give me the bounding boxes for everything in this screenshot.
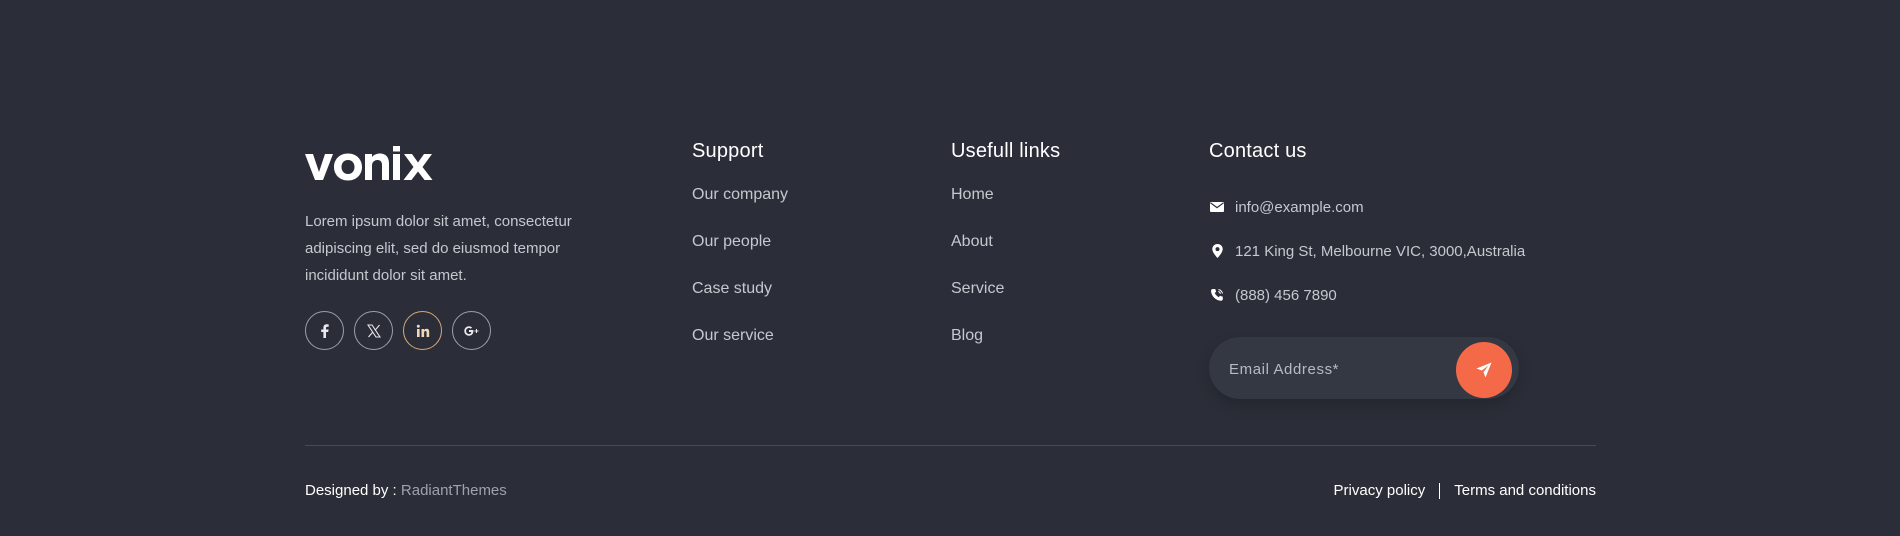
paper-plane-icon: [1476, 362, 1492, 378]
x-twitter-icon: [366, 323, 381, 338]
terms-link[interactable]: Terms and conditions: [1454, 482, 1596, 499]
x-twitter-button[interactable]: [354, 311, 393, 350]
google-plus-button[interactable]: [452, 311, 491, 350]
link-about[interactable]: About: [951, 233, 993, 250]
link-our-people[interactable]: Our people: [692, 233, 771, 250]
google-plus-icon: [463, 325, 478, 336]
contact-phone-text[interactable]: (888) 456 7890: [1235, 287, 1337, 304]
facebook-icon: [321, 323, 329, 338]
linkedin-button[interactable]: [403, 311, 442, 350]
support-title: Support: [692, 140, 764, 162]
legal-links: Privacy policy Terms and conditions: [1334, 482, 1596, 499]
facebook-button[interactable]: [305, 311, 344, 350]
list-item: Service: [951, 279, 1060, 326]
brand-description: Lorem ipsum dolor sit amet, consectetur …: [305, 213, 572, 284]
email-field[interactable]: [1227, 337, 1451, 401]
link-blog[interactable]: Blog: [951, 327, 983, 344]
support-column: Support Our company Our people Case stud…: [692, 140, 788, 373]
contact-address-text: 121 King St, Melbourne VIC, 3000,Austral…: [1235, 242, 1526, 260]
useful-links: Home About Service Blog: [951, 185, 1060, 373]
list-item: Our people: [692, 232, 788, 279]
list-item: Home: [951, 185, 1060, 232]
designer-link[interactable]: RadiantThemes: [401, 482, 507, 499]
linkedin-icon: [416, 324, 429, 337]
contact-address: 121 King St, Melbourne VIC, 3000,Austral…: [1209, 229, 1525, 273]
contact-email-text[interactable]: info@example.com: [1235, 199, 1364, 216]
contact-list: info@example.com 121 King St, Melbourne …: [1209, 185, 1525, 317]
site-footer: vonix Lorem ipsum dolor sit amet, consec…: [0, 0, 1900, 536]
list-item: Blog: [951, 326, 1060, 373]
contact-phone: (888) 456 7890: [1209, 273, 1525, 317]
designed-by: Designed by : RadiantThemes: [305, 482, 507, 499]
newsletter-form: [1209, 337, 1519, 401]
list-item: Our company: [692, 185, 788, 232]
social-links: [305, 311, 625, 350]
list-item: Case study: [692, 279, 788, 326]
envelope-icon: [1209, 199, 1225, 215]
link-our-company[interactable]: Our company: [692, 186, 788, 203]
link-separator: [1439, 482, 1441, 499]
link-home[interactable]: Home: [951, 186, 994, 203]
list-item: About: [951, 232, 1060, 279]
link-case-study[interactable]: Case study: [692, 280, 772, 297]
contact-email: info@example.com: [1209, 185, 1525, 229]
footer-divider: [305, 445, 1596, 446]
support-links: Our company Our people Case study Our se…: [692, 185, 788, 373]
phone-icon: [1209, 287, 1225, 303]
contact-title: Contact us: [1209, 140, 1307, 162]
vonix-logo[interactable]: vonix: [305, 146, 445, 184]
useful-links-title: Usefull links: [951, 140, 1061, 162]
privacy-policy-link[interactable]: Privacy policy: [1334, 482, 1426, 499]
brand-column: vonix Lorem ipsum dolor sit amet, consec…: [305, 146, 625, 350]
contact-column: Contact us info@example.com 121 King St,…: [1209, 140, 1525, 401]
map-pin-icon: [1209, 243, 1225, 259]
useful-links-column: Usefull links Home About Service Blog: [951, 140, 1060, 373]
link-our-service[interactable]: Our service: [692, 327, 774, 344]
link-service[interactable]: Service: [951, 280, 1004, 297]
designed-by-label: Designed by :: [305, 482, 401, 499]
subscribe-button[interactable]: [1456, 342, 1512, 398]
list-item: Our service: [692, 326, 788, 373]
